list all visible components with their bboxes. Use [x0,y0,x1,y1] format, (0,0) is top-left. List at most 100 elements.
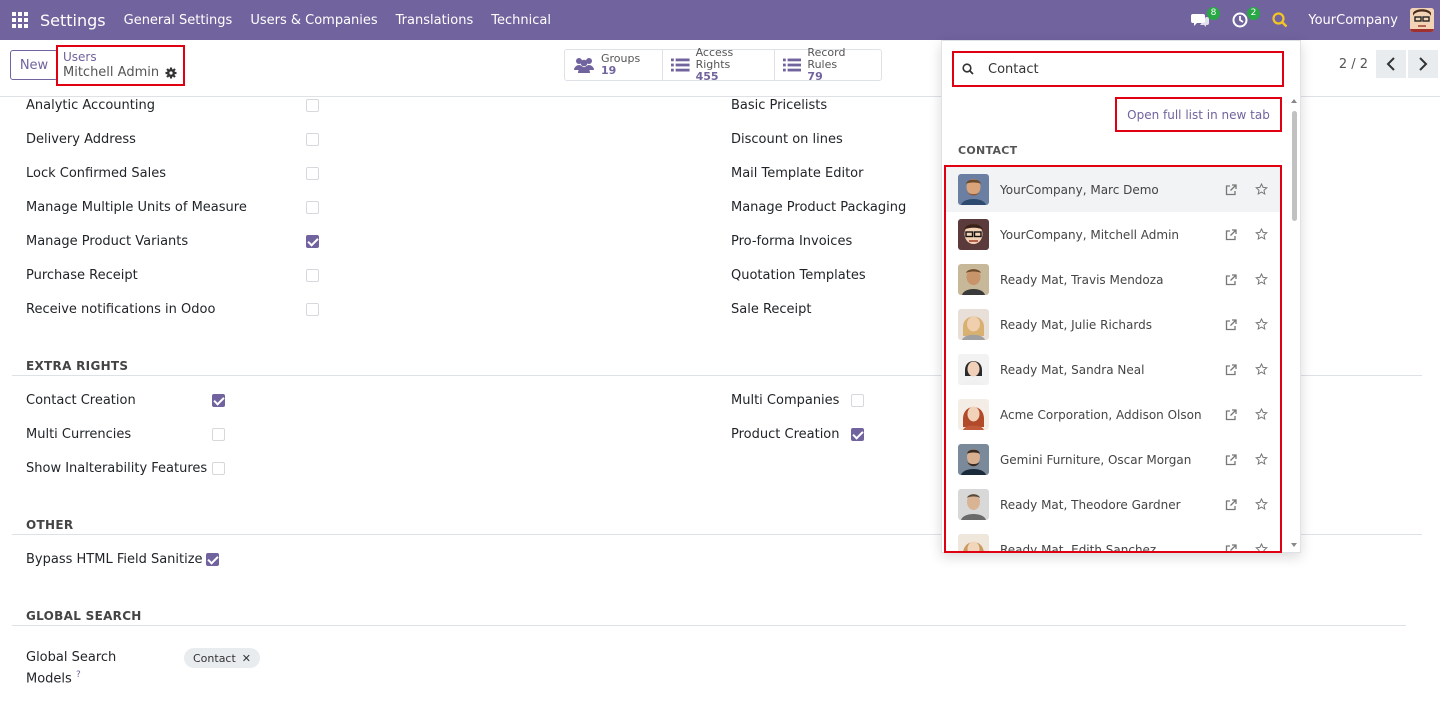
apps-menu-icon[interactable] [0,0,40,40]
tag-remove-icon[interactable]: ✕ [242,652,251,665]
list-item[interactable]: Acme Corporation, Addison Olson [946,392,1280,437]
messages-button[interactable]: 8 [1186,0,1221,40]
contact-name: Ready Mat, Julie Richards [1000,317,1152,332]
dropdown-search-value: Contact [988,61,1039,77]
list-item[interactable]: Ready Mat, Sandra Neal [946,347,1280,392]
basic-pricelists-label: Basic Pricelists [731,98,828,113]
product-variants-checkbox[interactable] [306,235,319,248]
delivery-address-checkbox[interactable] [306,133,319,146]
dropdown-scrollbar[interactable] [1288,97,1300,549]
star-icon[interactable] [1254,543,1268,551]
gear-icon[interactable] [165,67,177,79]
global-search-divider [12,625,1406,626]
company-switcher[interactable]: YourCompany [1308,13,1398,28]
activities-button[interactable]: 2 [1226,0,1261,40]
app-title[interactable]: Settings [40,11,106,30]
list-item[interactable]: YourCompany, Mitchell Admin [946,212,1280,257]
open-new-tab-icon[interactable] [1224,543,1238,551]
contact-avatar [958,534,989,551]
list-item[interactable]: Ready Mat, Edith Sanchez [946,527,1280,553]
activities-badge: 2 [1246,7,1261,20]
contact-tag-label: Contact [193,651,236,665]
pager-previous-button[interactable] [1376,50,1406,78]
star-icon[interactable] [1254,228,1268,242]
bypass-html-checkbox[interactable] [206,553,219,566]
contact-name: Ready Mat, Edith Sanchez [1000,542,1157,553]
open-new-tab-icon[interactable] [1224,183,1238,197]
open-new-tab-icon[interactable] [1224,453,1238,467]
multi-companies-checkbox[interactable] [851,394,864,407]
open-new-tab-icon[interactable] [1224,408,1238,422]
user-avatar[interactable] [1410,8,1434,32]
star-icon[interactable] [1254,183,1268,197]
menu-technical[interactable]: Technical [491,13,551,28]
open-new-tab-icon[interactable] [1224,318,1238,332]
analytic-accounting-checkbox[interactable] [306,99,319,112]
open-new-tab-icon[interactable] [1224,498,1238,512]
menu-users-companies[interactable]: Users & Companies [250,13,377,28]
multiple-uom-checkbox[interactable] [306,201,319,214]
star-icon[interactable] [1254,408,1268,422]
contact-tag: Contact ✕ [184,648,261,668]
breadcrumb-users-link[interactable]: Users [63,50,178,64]
other-title: OTHER [26,518,74,532]
open-new-tab-icon[interactable] [1224,273,1238,287]
list-icon [671,58,690,72]
product-packaging-label: Manage Product Packaging [731,200,907,215]
list-item[interactable]: Ready Mat, Theodore Gardner [946,482,1280,527]
contact-avatar [958,309,989,340]
contact-creation-checkbox[interactable] [212,394,225,407]
menu-translations[interactable]: Translations [396,13,474,28]
help-tooltip-icon[interactable]: ? [76,670,81,680]
list-item[interactable]: Gemini Furniture, Oscar Morgan [946,437,1280,482]
open-full-list-link[interactable]: Open full list in new tab [1115,97,1282,132]
record-rules-label: Record Rules [807,46,846,71]
access-rights-count: 455 [695,70,719,83]
groups-smart-button[interactable]: Groups 19 [565,50,663,80]
breadcrumb: Users Mitchell Admin [56,45,185,86]
pager-value[interactable]: 2 / 2 [1339,57,1368,72]
notifications-odoo-checkbox[interactable] [306,303,319,316]
model-search-dropdown: Contact Open full list in new tab CONTAC… [941,40,1301,553]
star-icon[interactable] [1254,453,1268,467]
open-new-tab-icon[interactable] [1224,228,1238,242]
purchase-receipt-label: Purchase Receipt [26,268,138,283]
access-rights-smart-button[interactable]: Access Rights 455 [663,47,775,83]
delivery-address-label: Delivery Address [26,132,136,147]
star-icon[interactable] [1254,363,1268,377]
menu-general-settings[interactable]: General Settings [124,13,233,28]
list-item[interactable]: Ready Mat, Travis Mendoza [946,257,1280,302]
star-icon[interactable] [1254,273,1268,287]
contact-avatar [958,444,989,475]
purchase-receipt-checkbox[interactable] [306,269,319,282]
lock-confirmed-sales-label: Lock Confirmed Sales [26,166,166,181]
pager-next-button[interactable] [1408,50,1438,78]
product-creation-checkbox[interactable] [851,428,864,441]
list-item[interactable]: YourCompany, Marc Demo [946,167,1280,212]
users-icon [574,58,594,73]
search-button[interactable] [1266,0,1294,40]
bypass-html-label: Bypass HTML Field Sanitize [26,552,203,567]
scroll-down-icon[interactable] [1291,543,1297,547]
multiple-uom-label: Manage Multiple Units of Measure [26,200,247,215]
contact-name: Ready Mat, Theodore Gardner [1000,497,1181,512]
open-new-tab-icon[interactable] [1224,363,1238,377]
contact-avatar [958,174,989,205]
scroll-up-icon[interactable] [1291,99,1297,103]
contact-avatar [958,264,989,295]
new-button[interactable]: New [10,50,58,80]
contact-name: Gemini Furniture, Oscar Morgan [1000,452,1192,467]
lock-confirmed-sales-checkbox[interactable] [306,167,319,180]
contact-avatar [958,354,989,385]
search-icon [962,63,974,75]
list-item[interactable]: Ready Mat, Julie Richards [946,302,1280,347]
star-icon[interactable] [1254,318,1268,332]
record-rules-smart-button[interactable]: Record Rules 79 [775,46,881,83]
multi-currencies-checkbox[interactable] [212,428,225,441]
notifications-odoo-label: Receive notifications in Odoo [26,302,216,317]
dropdown-search-input[interactable]: Contact [952,51,1284,87]
breadcrumb-current: Mitchell Admin [63,64,178,82]
star-icon[interactable] [1254,498,1268,512]
scroll-thumb[interactable] [1292,111,1297,221]
inalterability-checkbox[interactable] [212,462,225,475]
